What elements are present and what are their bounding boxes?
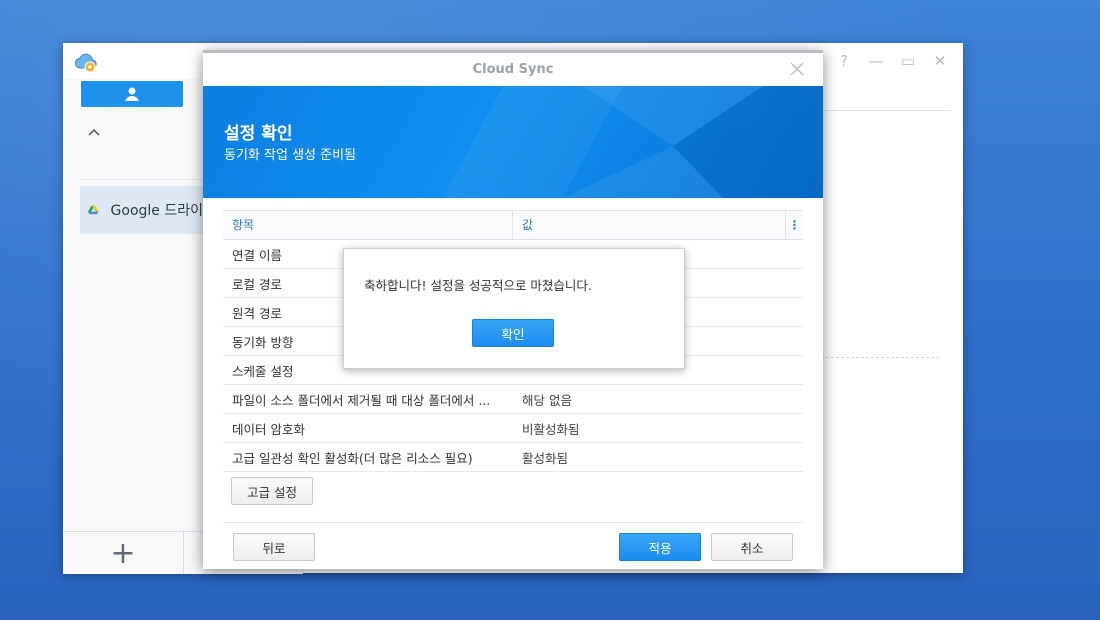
success-message-box: 축하합니다! 설정을 성공적으로 마쳤습니다. 확인 xyxy=(343,248,685,369)
banner-subtitle: 동기화 작업 생성 준비됨 xyxy=(224,148,356,163)
table-row[interactable]: 고급 일관성 확인 활성화(더 많은 리소스 필요) 활성화됨 xyxy=(223,443,803,472)
apply-button[interactable]: 적용 xyxy=(619,533,701,561)
banner-pattern xyxy=(443,86,823,198)
close-icon[interactable] xyxy=(787,59,807,79)
app-sidebar: Google 드라이 xyxy=(63,79,203,573)
content-divider xyxy=(821,110,951,111)
cloud-sync-logo-icon xyxy=(74,53,97,73)
user-icon xyxy=(125,87,139,101)
sidebar-divider xyxy=(81,179,203,180)
row-value: 활성화됨 xyxy=(522,450,569,466)
content-dashed-divider xyxy=(821,357,939,358)
dialog-title: Cloud Sync xyxy=(472,62,554,77)
help-icon[interactable]: ? xyxy=(835,53,853,69)
advanced-settings-button[interactable]: 고급 설정 xyxy=(231,477,313,505)
column-header-item[interactable]: 항목 xyxy=(223,211,513,239)
add-connection-button[interactable]: + xyxy=(63,532,184,574)
dialog-footer-divider xyxy=(223,522,803,523)
message-text: 축하합니다! 설정을 성공적으로 마쳤습니다. xyxy=(364,278,592,293)
close-icon[interactable]: ✕ xyxy=(931,53,949,69)
sidebar-item-google-drive[interactable]: Google 드라이 xyxy=(80,186,203,234)
column-menu-icon[interactable]: ⋮ xyxy=(785,211,803,239)
grid-header: 항목 값 ⋮ xyxy=(223,210,803,240)
row-item: 데이터 암호화 xyxy=(232,421,305,437)
maximize-icon[interactable]: ▭ xyxy=(899,53,917,69)
chevron-up-icon[interactable] xyxy=(87,125,101,139)
dialog-titlebar: Cloud Sync xyxy=(203,53,823,86)
table-row[interactable]: 데이터 암호화 비활성화됨 xyxy=(223,414,803,443)
google-drive-icon xyxy=(88,205,99,215)
row-value: 해당 없음 xyxy=(522,392,572,408)
column-header-value[interactable]: 값 xyxy=(513,211,803,239)
ok-button[interactable]: 확인 xyxy=(472,319,554,347)
row-value: 비활성화됨 xyxy=(522,421,580,437)
wizard-banner: 설정 확인 동기화 작업 생성 준비됨 xyxy=(203,86,823,198)
row-item: 고급 일관성 확인 활성화(더 많은 리소스 필요) xyxy=(232,450,473,466)
tab-accounts[interactable] xyxy=(81,81,183,107)
back-button[interactable]: 뒤로 xyxy=(233,533,315,561)
banner-title: 설정 확인 xyxy=(224,124,293,144)
row-item: 파일이 소스 폴더에서 제거될 때 대상 폴더에서 ... xyxy=(232,392,491,408)
minimize-icon[interactable]: — xyxy=(867,53,885,69)
sidebar-item-label: Google 드라이 xyxy=(110,203,203,219)
cancel-button[interactable]: 취소 xyxy=(711,533,793,561)
table-row[interactable]: 파일이 소스 폴더에서 제거될 때 대상 폴더에서 ... 해당 없음 xyxy=(223,385,803,414)
